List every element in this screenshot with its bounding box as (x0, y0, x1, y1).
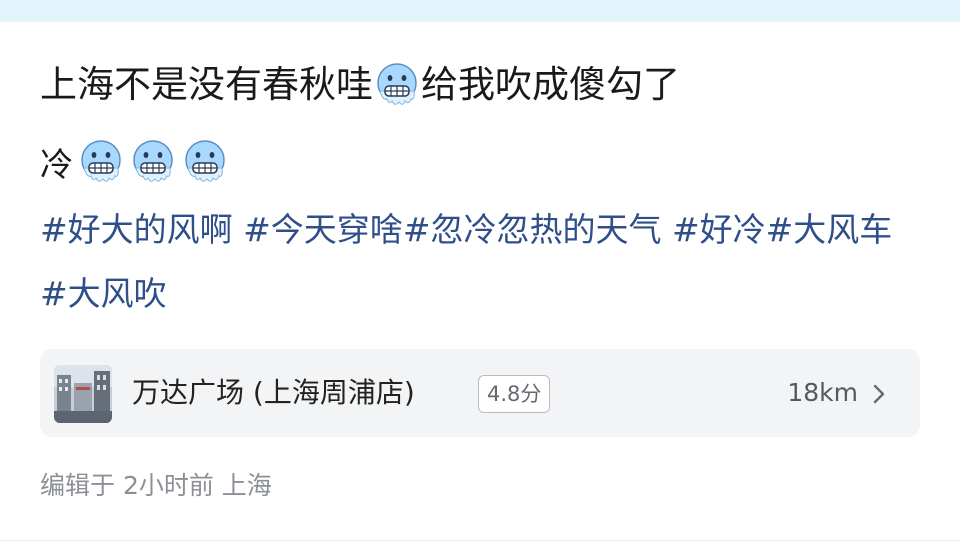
hashtag-link[interactable]: #大风吹 (40, 274, 167, 313)
post-title-part2: 给我吹成傻勾了 (421, 63, 680, 106)
hashtag-link[interactable]: #大风车 (766, 210, 893, 249)
edit-meta: 编辑于 2小时前 上海 (40, 471, 272, 500)
top-bar (0, 0, 960, 22)
post-body-line: 冷 (40, 138, 229, 186)
hashtag-link[interactable]: #好冷 (672, 210, 766, 249)
cold-face-icon (181, 138, 229, 186)
location-thumbnail (54, 365, 112, 423)
cold-face-icon (77, 138, 125, 186)
chevron-right-icon (872, 383, 886, 409)
cold-face-icon (373, 61, 421, 109)
divider (0, 540, 960, 541)
hashtag-link[interactable]: #好大的风啊 (40, 210, 233, 249)
rating-badge: 4.8分 (478, 375, 551, 413)
post-title-part1: 上海不是没有春秋哇 (40, 63, 373, 106)
post-title: 上海不是没有春秋哇 给我吹成傻勾了 (40, 58, 680, 112)
hashtag-link[interactable]: #今天穿啥 (243, 210, 403, 249)
location-name: 万达广场 (上海周浦店) (132, 376, 415, 409)
post-body-text: 冷 (40, 145, 73, 184)
hashtag-list: #好大的风啊 #今天穿啥#忽冷忽热的天气 #好冷#大风车 #大风吹 (40, 198, 920, 326)
hashtag-link[interactable]: #忽冷忽热的天气 (403, 210, 662, 249)
cold-face-icon (129, 138, 177, 186)
location-card[interactable]: 万达广场 (上海周浦店) 4.8分 18km (40, 349, 920, 437)
post-page: 上海不是没有春秋哇 给我吹成傻勾了 冷 #好大的风啊 #今天穿啥#忽冷忽热的天气… (0, 0, 960, 559)
distance-label: 18km (787, 378, 858, 407)
